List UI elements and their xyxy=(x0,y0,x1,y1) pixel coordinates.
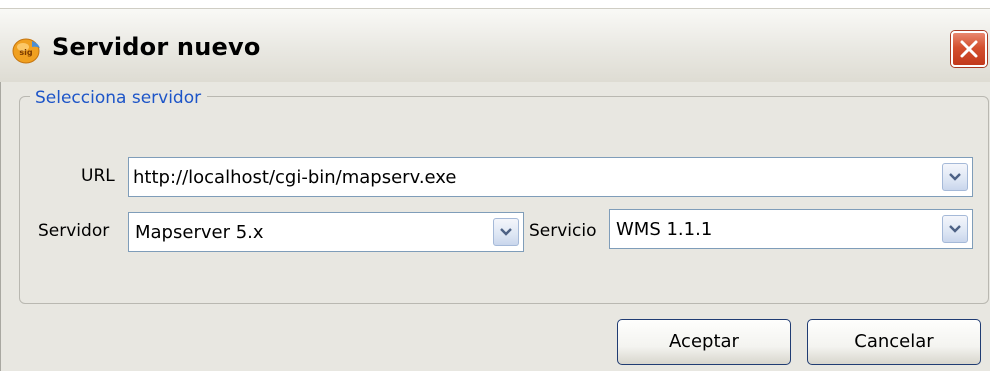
accept-button[interactable]: Aceptar xyxy=(617,319,791,365)
cancel-button[interactable]: Cancelar xyxy=(807,319,981,365)
server-group-box: Selecciona servidor xyxy=(19,88,989,304)
chevron-down-icon xyxy=(500,228,512,236)
close-icon xyxy=(960,40,978,58)
window-title: Servidor nuevo xyxy=(52,33,261,61)
servicio-combo[interactable]: WMS 1.1.1 xyxy=(609,209,973,249)
url-combo[interactable]: http://localhost/cgi-bin/mapserv.exe xyxy=(128,157,973,197)
servidor-value: Mapserver 5.x xyxy=(135,222,264,243)
gvsig-app-icon: sig xyxy=(12,35,42,65)
url-dropdown-button[interactable] xyxy=(942,163,968,191)
chevron-down-icon xyxy=(949,173,961,181)
url-value[interactable]: http://localhost/cgi-bin/mapserv.exe xyxy=(133,167,456,188)
servidor-combo[interactable]: Mapserver 5.x xyxy=(128,212,524,252)
servicio-value: WMS 1.1.1 xyxy=(616,219,713,240)
url-label: URL xyxy=(81,166,115,186)
dialog-body: Selecciona servidor URL http://localhost… xyxy=(0,82,990,371)
svg-text:sig: sig xyxy=(19,48,33,57)
close-button[interactable] xyxy=(951,31,987,67)
servidor-label: Servidor xyxy=(38,221,110,241)
group-legend: Selecciona servidor xyxy=(30,88,208,108)
title-bar[interactable]: sig Servidor nuevo xyxy=(0,8,990,82)
servicio-dropdown-button[interactable] xyxy=(942,215,968,243)
servidor-dropdown-button[interactable] xyxy=(493,218,519,246)
chevron-down-icon xyxy=(949,225,961,233)
servicio-label: Servicio xyxy=(529,221,597,241)
